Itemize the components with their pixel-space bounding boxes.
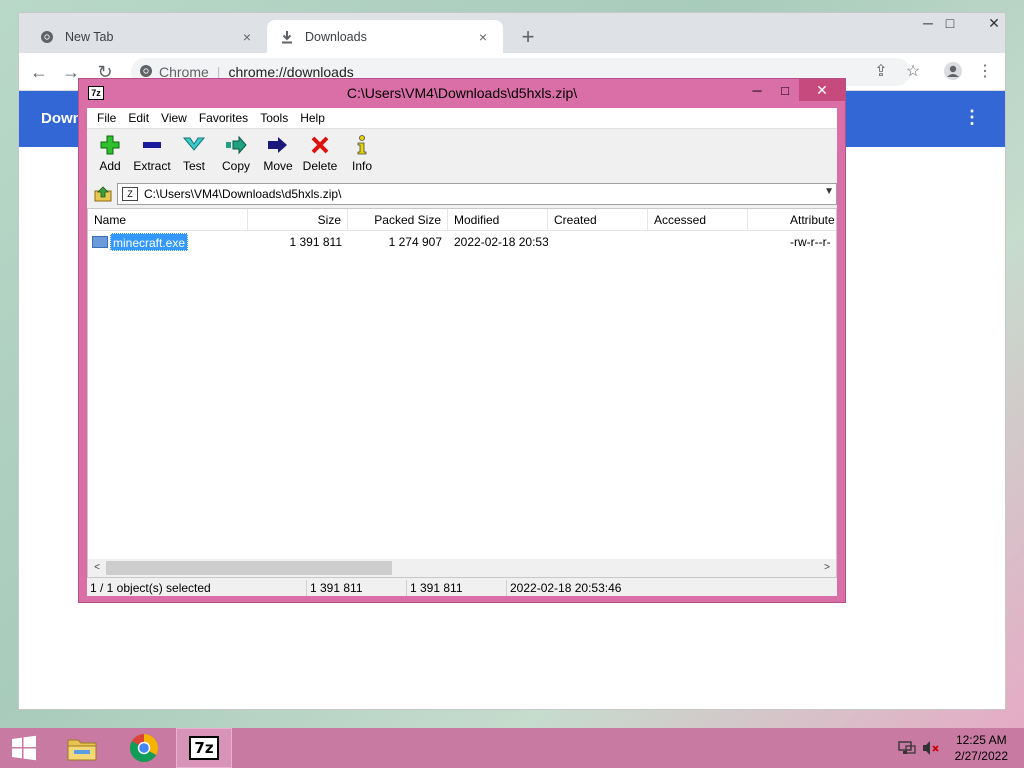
copy-label: Copy xyxy=(221,159,250,173)
title-bar[interactable]: 7z C:\Users\VM4\Downloads\d5hxls.zip\ ─ … xyxy=(79,79,845,107)
add-icon xyxy=(99,134,121,156)
status-bar: 1 / 1 object(s) selected 1 391 811 1 391… xyxy=(87,580,837,596)
toolbar: Add Extract Test Copy Move Delete Info xyxy=(87,130,837,180)
column-created[interactable]: Created xyxy=(548,209,648,231)
maximize-button[interactable]: □ xyxy=(771,81,799,103)
profile-avatar-icon[interactable] xyxy=(941,61,965,85)
scroll-thumb[interactable] xyxy=(106,561,392,575)
add-label: Add xyxy=(99,159,121,173)
7zip-client-area: File Edit View Favorites Tools Help Add … xyxy=(87,108,837,596)
clock-date: 2/27/2022 xyxy=(954,749,1008,763)
tab-label: New Tab xyxy=(65,29,114,44)
column-size[interactable]: Size xyxy=(248,209,348,231)
column-packed-size[interactable]: Packed Size xyxy=(348,209,448,231)
more-options-icon[interactable]: ⋮ xyxy=(963,107,981,128)
tab-new-tab[interactable]: New Tab × xyxy=(27,20,267,53)
extract-icon xyxy=(141,134,163,156)
horizontal-scrollbar[interactable]: < > xyxy=(88,559,836,577)
folder-up-icon[interactable] xyxy=(91,183,115,205)
menu-edit[interactable]: Edit xyxy=(122,111,155,125)
info-label: Info xyxy=(351,159,372,173)
column-modified[interactable]: Modified xyxy=(448,209,548,231)
move-label: Move xyxy=(263,159,293,173)
scroll-left-icon[interactable]: < xyxy=(88,559,106,577)
test-label: Test xyxy=(182,159,205,173)
file-list: Name Size Packed Size Modified Created A… xyxy=(87,208,837,578)
delete-icon xyxy=(309,134,331,156)
status-packed-size: 1 391 811 xyxy=(407,580,507,596)
info-icon xyxy=(351,134,373,156)
status-size: 1 391 811 xyxy=(307,580,407,596)
close-button[interactable]: ✕ xyxy=(799,79,845,101)
close-window-button[interactable]: ✕ xyxy=(979,13,1009,35)
status-selection: 1 / 1 object(s) selected xyxy=(87,580,307,596)
file-name[interactable]: minecraft.exe xyxy=(110,233,189,251)
test-button[interactable]: Test xyxy=(173,130,215,180)
column-attributes[interactable]: Attribute xyxy=(784,209,838,231)
new-tab-button[interactable]: + xyxy=(515,25,541,51)
chrome-icon xyxy=(39,29,55,45)
delete-button[interactable]: Delete xyxy=(299,130,341,180)
column-header-row: Name Size Packed Size Modified Created A… xyxy=(88,209,836,231)
file-explorer-icon[interactable] xyxy=(54,728,110,768)
extract-button[interactable]: Extract xyxy=(131,130,173,180)
path-combobox[interactable]: Z C:\Users\VM4\Downloads\d5hxls.zip\ ▼ xyxy=(117,183,837,205)
back-arrow-icon[interactable]: ← xyxy=(27,61,51,85)
share-icon[interactable]: ⇪ xyxy=(869,61,893,85)
close-tab-icon[interactable]: × xyxy=(475,29,491,45)
menu-favorites[interactable]: Favorites xyxy=(193,111,254,125)
chevron-down-icon[interactable]: ▼ xyxy=(824,186,834,197)
file-accessed xyxy=(648,233,748,251)
clock-time: 12:25 AM xyxy=(955,733,1007,747)
menu-help[interactable]: Help xyxy=(294,111,331,125)
menu-file[interactable]: File xyxy=(91,111,122,125)
bookmark-star-icon[interactable]: ☆ xyxy=(901,61,925,85)
maximize-button[interactable]: □ xyxy=(935,13,965,35)
download-icon xyxy=(279,29,295,45)
page-title: Down xyxy=(41,110,82,127)
menu-tools[interactable]: Tools xyxy=(254,111,294,125)
tab-label: Downloads xyxy=(305,29,367,44)
status-modified: 2022-02-18 20:53:46 xyxy=(510,581,622,595)
network-icon[interactable] xyxy=(898,740,916,756)
file-modified: 2022-02-18 20:53 xyxy=(454,235,548,249)
scroll-right-icon[interactable]: > xyxy=(818,559,836,577)
table-row[interactable]: minecraft.exe 1 391 811 1 274 907 2022-0… xyxy=(88,233,836,251)
taskbar: 7z 12:25 AM 2/27/2022 xyxy=(0,728,1024,768)
copy-icon xyxy=(225,134,247,156)
delete-label: Delete xyxy=(302,159,338,173)
path-text: C:\Users\VM4\Downloads\d5hxls.zip\ xyxy=(144,187,342,201)
move-icon xyxy=(267,134,289,156)
archive-icon: Z xyxy=(122,187,138,201)
add-button[interactable]: Add xyxy=(89,130,131,180)
chrome-menu-icon[interactable]: ⋮ xyxy=(973,61,997,85)
file-attributes: -rw-r--r- xyxy=(790,235,831,249)
file-icon xyxy=(92,236,108,248)
test-icon xyxy=(183,134,205,156)
tab-downloads[interactable]: Downloads × xyxy=(267,20,503,53)
close-tab-icon[interactable]: × xyxy=(239,29,255,45)
file-created xyxy=(548,233,648,251)
tab-strip: New Tab × Downloads × + ─ □ ✕ xyxy=(19,13,1005,53)
column-accessed[interactable]: Accessed xyxy=(648,209,748,231)
copy-button[interactable]: Copy xyxy=(215,130,257,180)
address-row: Z C:\Users\VM4\Downloads\d5hxls.zip\ ▼ xyxy=(87,182,837,206)
menu-bar: File Edit View Favorites Tools Help xyxy=(87,108,837,129)
move-button[interactable]: Move xyxy=(257,130,299,180)
chrome-icon[interactable] xyxy=(116,728,172,768)
7zip-window: 7z C:\Users\VM4\Downloads\d5hxls.zip\ ─ … xyxy=(78,78,846,603)
extract-label: Extract xyxy=(133,159,171,173)
system-clock[interactable]: 12:25 AM 2/27/2022 xyxy=(955,732,1008,764)
file-size: 1 391 811 xyxy=(289,235,343,249)
menu-view[interactable]: View xyxy=(155,111,193,125)
windows-start-icon[interactable] xyxy=(0,728,48,768)
window-title: C:\Users\VM4\Downloads\d5hxls.zip\ xyxy=(346,85,578,101)
column-name[interactable]: Name xyxy=(88,209,248,231)
7zip-taskbar-label: 7z xyxy=(189,736,219,760)
info-button[interactable]: Info xyxy=(341,130,383,180)
volume-muted-icon[interactable] xyxy=(922,740,940,756)
7zip-icon[interactable]: 7z xyxy=(176,728,232,768)
file-packed-size: 1 274 907 xyxy=(388,235,442,249)
minimize-button[interactable]: ─ xyxy=(743,81,771,103)
